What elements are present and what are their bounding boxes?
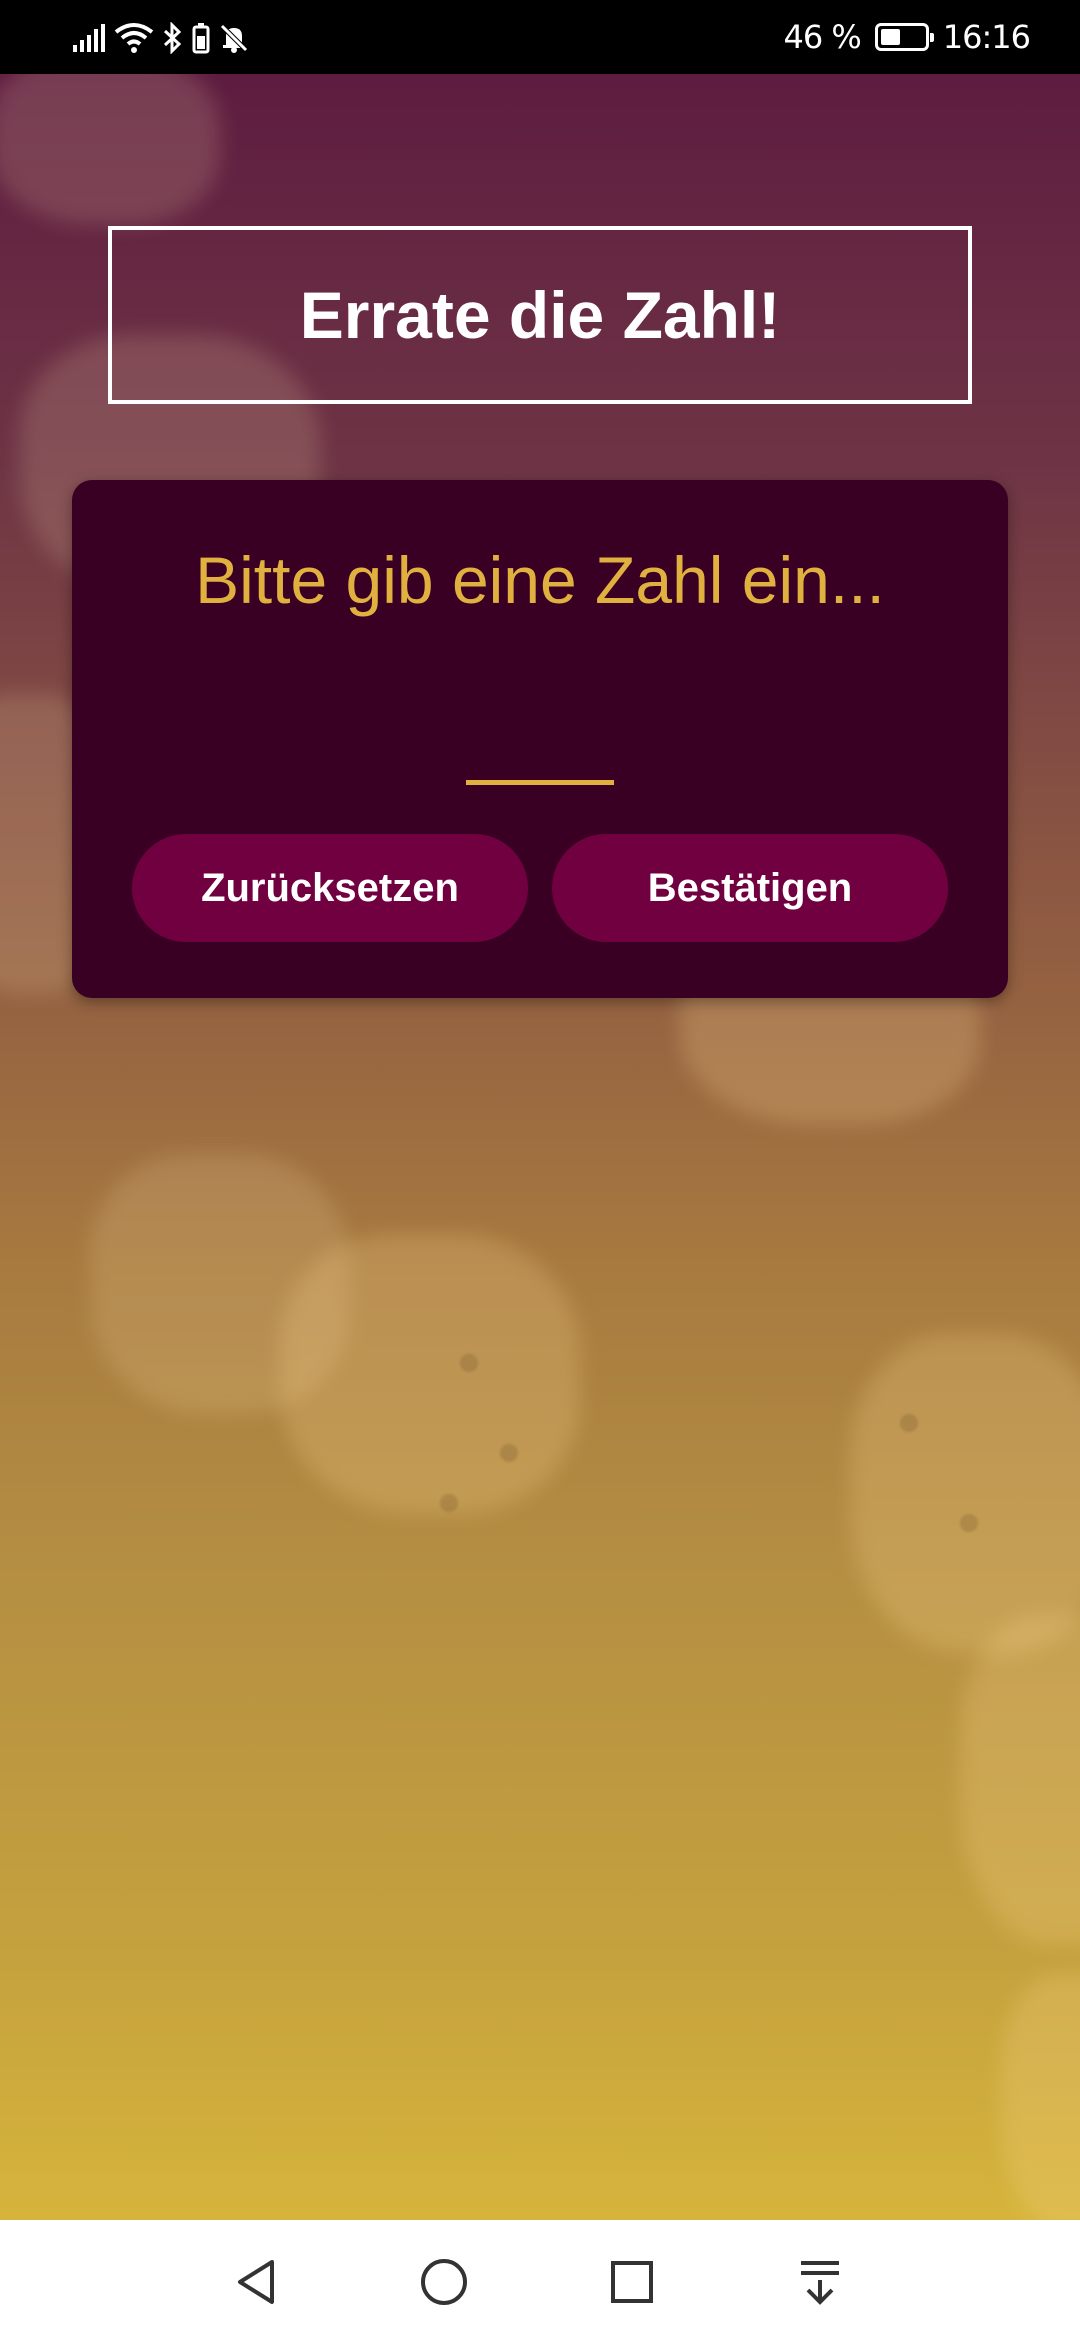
signal-icon: [73, 24, 105, 52]
guess-card: Bitte gib eine Zahl ein... Zurücksetzen …: [72, 480, 1008, 998]
background-cheese-shape: [280, 1234, 580, 1514]
input-prompt: Bitte gib eine Zahl ein...: [195, 543, 885, 617]
game-screen: Errate die Zahl! Bitte gib eine Zahl ein…: [0, 74, 1080, 2220]
background-cheese-shape: [1000, 1974, 1080, 2220]
background-cheese-hole: [500, 1444, 518, 1462]
background-cheese-hole: [460, 1354, 478, 1372]
battery-percent: 46 %: [783, 18, 861, 56]
recents-button[interactable]: [602, 2252, 662, 2312]
number-input[interactable]: [466, 670, 614, 785]
background-cheese-hole: [900, 1414, 918, 1432]
clock: 16:16: [942, 18, 1031, 56]
bell-off-icon: [220, 24, 248, 53]
status-icons-right: 46 % 16:16: [783, 16, 1031, 58]
status-icons-left: [72, 18, 250, 58]
status-bar: 46 % 16:16: [0, 0, 1080, 74]
back-button[interactable]: [226, 2252, 286, 2312]
battery-icon: [874, 23, 934, 51]
back-icon: [238, 2260, 274, 2304]
battery-small-icon: [192, 23, 210, 54]
confirm-button[interactable]: Bestätigen: [552, 834, 948, 942]
recents-icon: [611, 2261, 653, 2303]
background-cheese-shape: [0, 74, 220, 224]
home-icon: [421, 2259, 467, 2305]
reset-button[interactable]: Zurücksetzen: [132, 834, 528, 942]
background-cheese-hole: [440, 1494, 458, 1512]
background-cheese-shape: [850, 1334, 1080, 1654]
navigation-bar: [0, 2220, 1080, 2340]
wifi-icon: [114, 23, 154, 53]
notification-pull-button[interactable]: [790, 2252, 850, 2312]
background-cheese-shape: [960, 1614, 1080, 1944]
bluetooth-icon: [163, 22, 182, 54]
notification-pull-icon: [801, 2261, 839, 2305]
home-button[interactable]: [414, 2252, 474, 2312]
title-box: Errate die Zahl!: [108, 226, 972, 404]
background-cheese-hole: [960, 1514, 978, 1532]
page-title: Errate die Zahl!: [299, 278, 781, 352]
battery-level: [880, 29, 900, 45]
